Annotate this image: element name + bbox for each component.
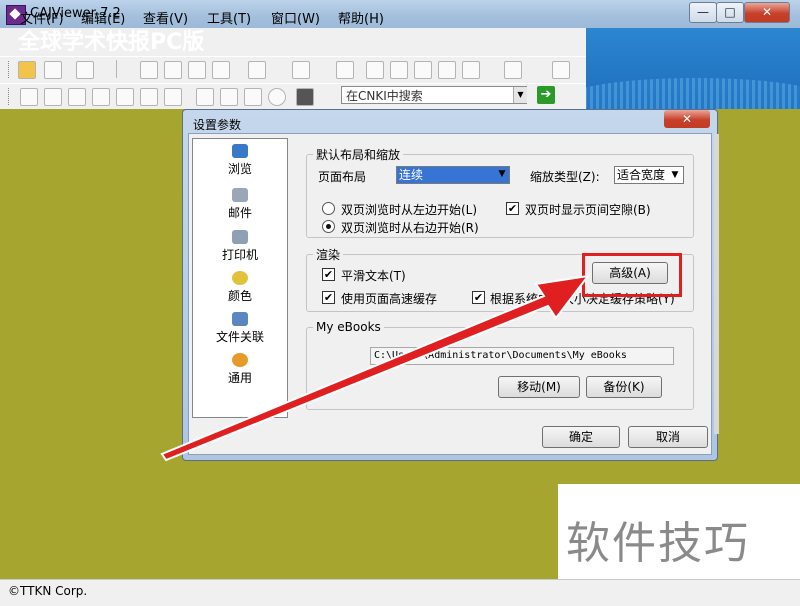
arrow-shape bbox=[160, 274, 591, 462]
watermark-text: 软件技巧 bbox=[566, 518, 750, 569]
